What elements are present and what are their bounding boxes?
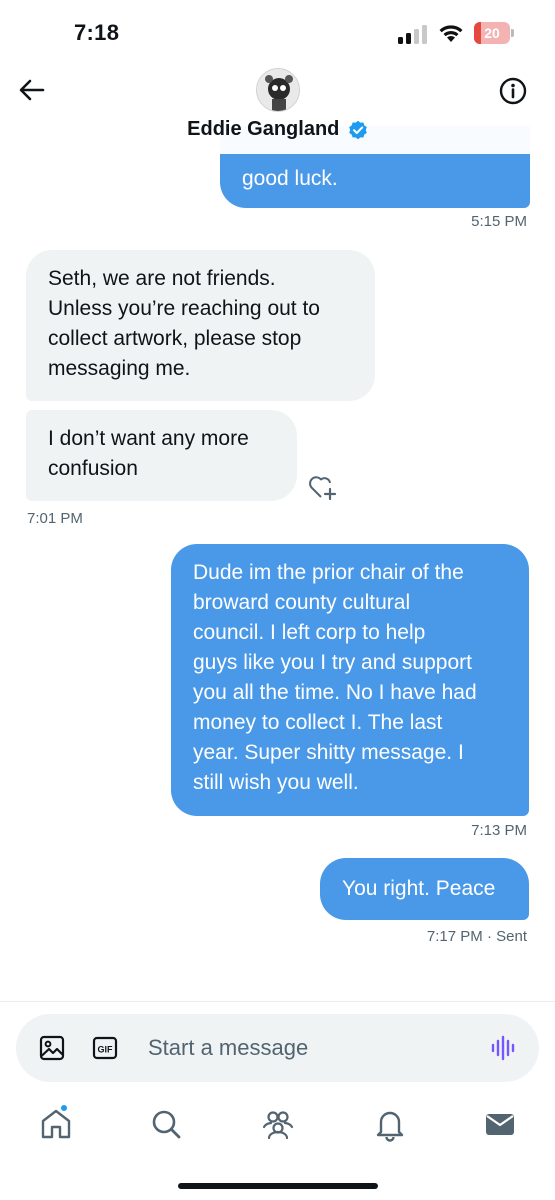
messages-icon[interactable] <box>482 1106 518 1142</box>
add-reaction-icon[interactable] <box>308 474 338 500</box>
message-timestamp: 7:17 PM · Sent <box>427 928 527 945</box>
image-icon[interactable] <box>38 1034 66 1062</box>
message-bubble-outgoing[interactable]: Dude im the prior chair of the broward c… <box>171 544 529 816</box>
composer-divider <box>0 1001 555 1002</box>
message-timestamp: 5:15 PM <box>471 213 527 230</box>
message-input[interactable] <box>148 1028 468 1068</box>
search-icon[interactable] <box>148 1106 184 1142</box>
voice-message-icon[interactable] <box>489 1034 517 1062</box>
communities-icon[interactable] <box>260 1106 296 1142</box>
message-time: 7:17 PM <box>426 928 483 945</box>
message-status: · Sent <box>486 928 527 945</box>
message-bubble-incoming[interactable]: Seth, we are not friends. Unless you’re … <box>26 250 375 401</box>
back-arrow-icon[interactable] <box>14 72 50 108</box>
verified-badge-icon <box>349 120 367 139</box>
message-composer: GIF <box>16 1014 539 1082</box>
home-indicator <box>178 1183 378 1189</box>
message-bubble-outgoing[interactable]: You right. Peace <box>320 858 529 920</box>
message-timestamp: 7:13 PM <box>471 822 527 839</box>
home-icon[interactable] <box>38 1106 74 1142</box>
svg-text:GIF: GIF <box>98 1045 114 1055</box>
conversation-header: Eddie Gangland <box>0 62 555 154</box>
contact-name-row[interactable]: Eddie Gangland <box>0 118 555 146</box>
avatar[interactable] <box>256 68 300 112</box>
notifications-icon[interactable] <box>372 1106 408 1142</box>
gif-icon[interactable]: GIF <box>92 1035 118 1061</box>
message-bubble-incoming[interactable]: I don’t want any more confusion <box>26 410 297 501</box>
message-timestamp: 7:01 PM <box>27 510 83 527</box>
avatar-image <box>257 69 299 111</box>
contact-name: Eddie Gangland <box>187 118 340 140</box>
bottom-navigation <box>0 1096 555 1156</box>
home-notification-dot <box>60 1104 68 1112</box>
info-icon[interactable] <box>496 74 530 108</box>
